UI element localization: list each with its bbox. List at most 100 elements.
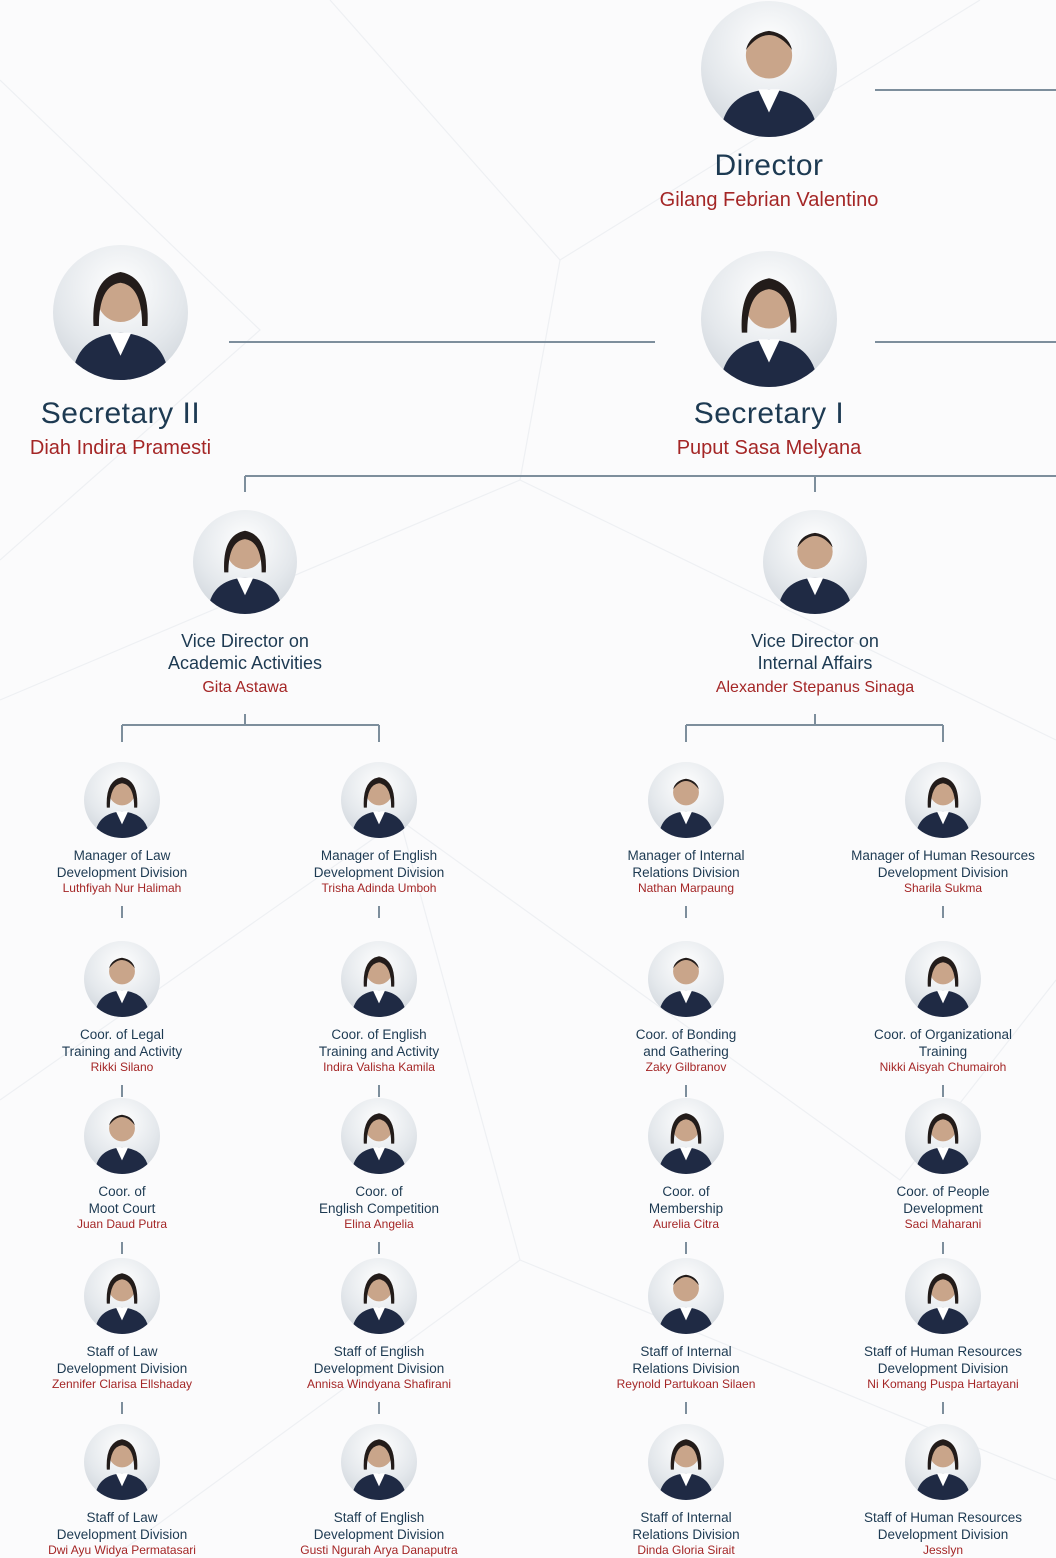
vice-academic-title-1: Vice Director on [181, 631, 309, 651]
member-name: Aurelia Citra [652, 1217, 720, 1231]
member-name: Jesslyn [922, 1543, 963, 1557]
member-label: Coor. of Bonding and Gathering Zaky Gilbra… [571, 1026, 801, 1075]
member-label: Manager of Law Development Division Luthfi… [7, 847, 237, 896]
member-name: Sharila Sukma [903, 881, 983, 895]
vice-academic-name: Gita Astawa [202, 679, 288, 696]
member-title-line: Coor. of People [896, 1184, 990, 1199]
member-label: Coor. of People Development Saci Maharani [828, 1183, 1056, 1232]
secretary-1-title: Secretary I [693, 397, 845, 430]
member-title-line: Relations Division [632, 1527, 740, 1542]
member-title-line: Coor. of [98, 1184, 146, 1199]
member-title-line: Development Division [56, 1361, 188, 1376]
member-title-line: Development Division [877, 1361, 1009, 1376]
member-label: Staff of Human Resources Development Divi… [828, 1343, 1056, 1392]
member-photo [648, 1424, 724, 1500]
member-photo [84, 1258, 160, 1334]
member-label: Manager of Internal Relations Division Nat… [571, 847, 801, 896]
member-title-line: Moot Court [88, 1201, 156, 1216]
member-title-line: Development Division [313, 1527, 445, 1542]
member-label: Staff of Internal Relations Division Reyno… [571, 1343, 801, 1392]
vice-academic-label: Vice Director on Academic Activities Git… [110, 630, 380, 698]
member-photo [648, 762, 724, 838]
member-title-line: Development Division [877, 1527, 1009, 1542]
member-name: Annisa Windyana Shafirani [306, 1377, 452, 1391]
member-name: Dinda Gloria Sirait [637, 1543, 735, 1557]
member-label: Coor. of Moot Court Juan Daud Putra [7, 1183, 237, 1232]
member-title-line: Development Division [56, 1527, 188, 1542]
member-photo [905, 941, 981, 1017]
member-title-line: and Gathering [643, 1044, 729, 1059]
secretary-1-name: Puput Sasa Melyana [676, 436, 862, 459]
member-name: Juan Daud Putra [76, 1217, 168, 1231]
member-label: Manager of Human Resources Development Di… [828, 847, 1056, 896]
member-title-line: Development Division [313, 865, 445, 880]
secretary-2-title: Secretary II [40, 397, 201, 430]
secretary-1-label: Secretary I Puput Sasa Melyana [599, 396, 939, 460]
member-name: Dwi Ayu Widya Permatasari [48, 1543, 196, 1557]
member-title-line: Training and Activity [318, 1044, 440, 1059]
member-name: Rikki Silano [90, 1060, 154, 1074]
member-photo [648, 1258, 724, 1334]
vice-academic-photo [193, 510, 297, 614]
vice-internal-title-2: Internal Affairs [757, 653, 873, 673]
member-photo [84, 1098, 160, 1174]
member-label: Staff of Human Resources Development Divi… [828, 1509, 1056, 1558]
director-name: Gilang Febrian Valentino [659, 188, 879, 211]
member-title-line: Training and Activity [61, 1044, 183, 1059]
member-title-line: Manager of Law [73, 848, 171, 863]
vice-internal-name: Alexander Stepanus Sinaga [715, 679, 915, 696]
member-photo [84, 941, 160, 1017]
member-title-line: Development [903, 1201, 983, 1216]
member-name: Saci Maharani [904, 1217, 982, 1231]
member-label: Staff of Law Development Division Zennifer… [7, 1343, 237, 1392]
secretary-1-photo [701, 251, 837, 387]
member-photo [341, 762, 417, 838]
member-title-line: Staff of Human Resources [863, 1510, 1023, 1525]
member-title-line: Relations Division [632, 1361, 740, 1376]
secretary-2-photo [53, 245, 188, 380]
member-title-line: Staff of Human Resources [863, 1344, 1023, 1359]
member-name: Nikki Aisyah Chumairoh [879, 1060, 1007, 1074]
member-title-line: Relations Division [632, 865, 740, 880]
member-name: Trisha Adinda Umboh [321, 881, 437, 895]
member-title-line: Membership [648, 1201, 724, 1216]
member-title-line: Staff of English [333, 1510, 425, 1525]
member-name: Gusti Ngurah Arya Danaputra [300, 1543, 458, 1557]
member-title-line: Coor. of English [331, 1027, 427, 1042]
member-photo [905, 1098, 981, 1174]
member-name: Zennifer Clarisa Ellshaday [51, 1377, 193, 1391]
vice-internal-title-1: Vice Director on [751, 631, 879, 651]
member-photo [84, 762, 160, 838]
member-title-line: Development Division [313, 1361, 445, 1376]
member-title-line: Coor. of [355, 1184, 403, 1199]
secretary-2-label: Secretary II Diah Indira Pramesti [0, 396, 241, 460]
vice-academic-title-2: Academic Activities [167, 653, 323, 673]
member-photo [648, 941, 724, 1017]
member-title-line: English Competition [318, 1201, 440, 1216]
member-title-line: Staff of Law [86, 1510, 158, 1525]
member-photo [648, 1098, 724, 1174]
member-title-line: Training [918, 1044, 968, 1059]
member-photo [84, 1424, 160, 1500]
org-connector-lines [121, 89, 1056, 1414]
member-name: Elina Angelia [344, 1217, 414, 1231]
member-label: Coor. of Organizational Training Nikki Ais… [828, 1026, 1056, 1075]
member-photo [905, 1258, 981, 1334]
member-label: Staff of English Development Division Gust… [264, 1509, 494, 1558]
member-title-line: Coor. of Bonding [635, 1027, 737, 1042]
secretary-2-name: Diah Indira Pramesti [29, 436, 212, 459]
member-title-line: Manager of Human Resources [851, 848, 1035, 863]
member-label: Staff of Law Development Division Dwi Ayu … [7, 1509, 237, 1558]
member-photo [341, 941, 417, 1017]
vice-internal-photo [763, 510, 867, 614]
member-photo [341, 1098, 417, 1174]
vice-internal-label: Vice Director on Internal Affairs Alexan… [660, 630, 970, 698]
member-name: Zaky Gilbranov [645, 1060, 727, 1074]
member-title-line: Manager of Internal [627, 848, 745, 863]
director-photo [701, 1, 837, 137]
member-title-line: Staff of Internal [640, 1344, 732, 1359]
director-title: Director [714, 149, 824, 182]
member-title-line: Development Division [877, 865, 1009, 880]
member-photo [341, 1258, 417, 1334]
member-title-line: Coor. of Organizational [873, 1027, 1013, 1042]
